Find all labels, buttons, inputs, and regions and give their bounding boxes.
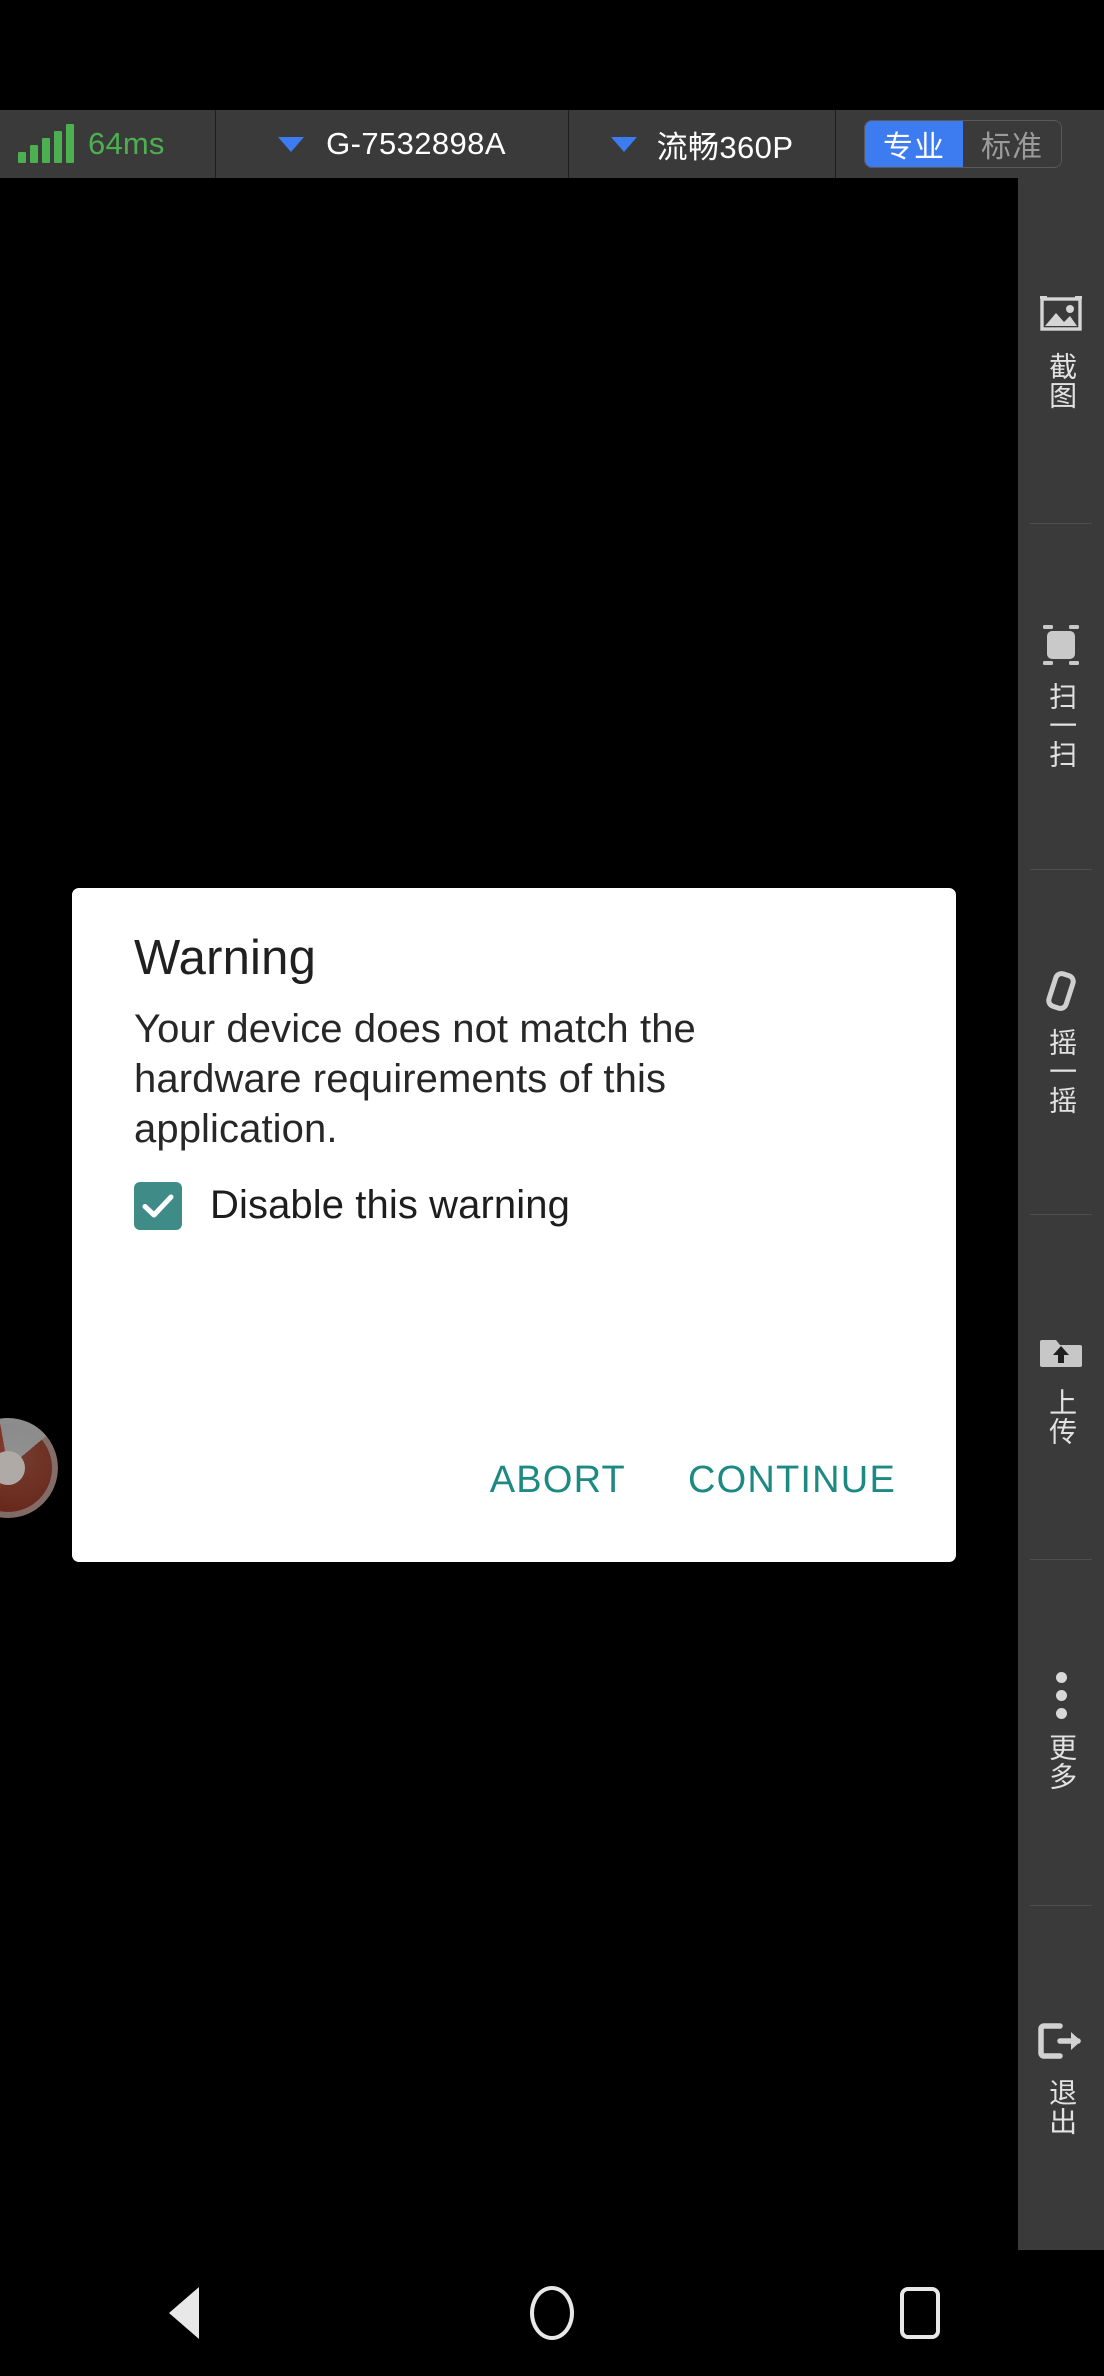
nav-home-button[interactable] [368, 2250, 736, 2376]
dialog-message: Your device does not match the hardware … [134, 1006, 696, 1151]
device-selector[interactable]: G-7532898A [216, 110, 568, 178]
dialog-title: Warning [134, 931, 317, 985]
mode-tab-pro[interactable]: 专业 [865, 121, 963, 167]
sidebar-item-shake[interactable]: 摇一摇 [1018, 868, 1104, 1214]
sidebar-item-label: 扫一扫 [1046, 682, 1078, 770]
quality-selector[interactable]: 流畅360P [569, 110, 835, 178]
abort-button[interactable]: ABORT [488, 1455, 628, 1506]
logout-icon [1038, 2018, 1084, 2064]
sidebar-item-scan[interactable]: 扫一扫 [1018, 523, 1104, 868]
warning-dialog: Warning Your device does not match the h… [72, 888, 956, 1562]
latency-value: 64ms [88, 126, 165, 161]
sidebar-item-label: 更多 [1046, 1732, 1078, 1791]
signal-bars-icon [18, 124, 74, 163]
mode-switch: 专业 标准 [836, 110, 1104, 178]
dialog-actions: ABORT CONTINUE [488, 1455, 898, 1506]
recents-square-icon [900, 2287, 940, 2339]
disable-warning-checkbox-row[interactable]: Disable this warning [134, 1181, 894, 1230]
phone-shake-icon [1038, 968, 1084, 1014]
nav-recents-button[interactable] [736, 2250, 1104, 2376]
sidebar-item-label: 截图 [1046, 351, 1078, 410]
chevron-down-icon [610, 136, 637, 152]
continue-button[interactable]: CONTINUE [686, 1455, 898, 1506]
device-label: G-7532898A [326, 126, 506, 161]
quality-label: 流畅360P [656, 129, 794, 165]
android-navigation-bar [0, 2250, 1104, 2376]
phone-screen: 64ms G-7532898A 流畅360P 专业 标准 Warning You… [0, 0, 1104, 2376]
tool-sidebar: 截图 扫一扫 摇一摇 上传 更多 退出 [1018, 178, 1104, 2250]
streaming-control-bar: 64ms G-7532898A 流畅360P 专业 标准 [0, 110, 1104, 178]
sidebar-item-label: 退出 [1046, 2078, 1078, 2137]
check-icon [142, 1194, 174, 1218]
circular-control-icon[interactable] [0, 1418, 58, 1518]
sidebar-item-screenshot[interactable]: 截图 [1018, 178, 1104, 523]
back-triangle-icon [169, 2287, 199, 2339]
image-icon [1038, 292, 1084, 338]
mode-segmented-control: 专业 标准 [864, 120, 1062, 168]
folder-upload-icon [1038, 1328, 1084, 1374]
sidebar-item-label: 上传 [1046, 1387, 1078, 1446]
scan-frame-icon [1038, 622, 1084, 668]
disable-warning-label: Disable this warning [210, 1183, 570, 1228]
more-vertical-icon [1038, 1672, 1084, 1720]
chevron-down-icon [278, 136, 305, 152]
sidebar-item-exit[interactable]: 退出 [1018, 1904, 1104, 2250]
home-circle-icon [530, 2286, 574, 2340]
disable-warning-checkbox[interactable] [134, 1181, 182, 1230]
sidebar-item-upload[interactable]: 上传 [1018, 1213, 1104, 1559]
sidebar-item-more[interactable]: 更多 [1018, 1559, 1104, 1904]
sidebar-item-label: 摇一摇 [1046, 1027, 1078, 1115]
mode-tab-standard[interactable]: 标准 [963, 121, 1061, 167]
latency-indicator: 64ms [0, 110, 215, 178]
nav-back-button[interactable] [0, 2250, 368, 2376]
